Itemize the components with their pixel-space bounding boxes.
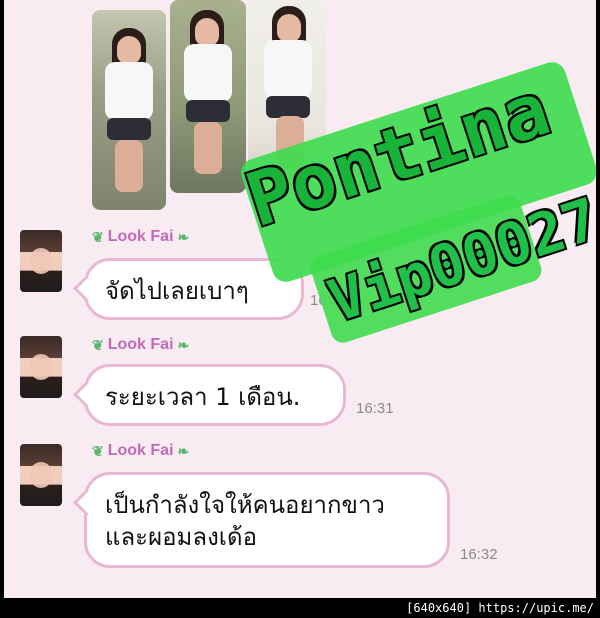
avatar[interactable] <box>20 336 62 398</box>
footer-text: [640x640] https://upic.me/ <box>406 601 594 615</box>
image-thumbnail-1[interactable] <box>92 10 166 210</box>
sender-name: ❦ Look Fai ❧ <box>92 442 189 460</box>
sender-label: Look Fai <box>107 336 174 353</box>
photo-person-legs <box>194 122 222 174</box>
message-text-line: เป็นกำลังใจให้คนอยากขาว <box>105 491 385 519</box>
photo-person-shirt <box>264 40 312 98</box>
message-text: ระยะเวลา 1 เดือน. <box>105 383 301 411</box>
leaf-icon: ❦ <box>92 337 104 353</box>
leaf-icon: ❧ <box>177 229 190 245</box>
message-text-line: และผอมลงเด้อ <box>105 523 257 551</box>
footer-bar: [640x640] https://upic.me/ <box>0 598 600 618</box>
sender-label: Look Fai <box>107 442 174 459</box>
image-thumbnail-2[interactable] <box>170 0 246 193</box>
message-text: จัดไปเลยเบาๆ <box>105 277 249 305</box>
photo-person-face <box>277 14 301 42</box>
photo-person-face <box>195 18 219 46</box>
message-bubble: ระยะเวลา 1 เดือน. <box>84 364 346 426</box>
leaf-icon: ❧ <box>177 337 190 353</box>
avatar[interactable] <box>20 444 62 506</box>
message-time: 16:32 <box>460 546 498 563</box>
message-time: 16:31 <box>356 400 394 417</box>
leaf-icon: ❧ <box>177 443 190 459</box>
sender-name: ❦ Look Fai ❧ <box>92 336 189 354</box>
avatar[interactable] <box>20 230 62 292</box>
photo-person-shorts <box>107 118 151 140</box>
message-bubble: เป็นกำลังใจให้คนอยากขาว และผอมลงเด้อ <box>84 472 450 568</box>
photo-person-legs <box>115 140 143 192</box>
photo-person-shirt <box>184 44 232 102</box>
sender-label: Look Fai <box>107 228 174 245</box>
photo-person-shorts <box>186 100 230 122</box>
photo-person-shorts <box>266 96 310 118</box>
leaf-icon: ❦ <box>92 443 104 459</box>
photo-person-face <box>117 36 141 64</box>
leaf-icon: ❦ <box>92 229 104 245</box>
sender-name: ❦ Look Fai ❧ <box>92 228 189 246</box>
photo-person-shirt <box>105 62 153 120</box>
chat-screen: ❦ Look Fai ❧ จัดไปเลยเบาๆ 16:31 ❦ Look F… <box>4 0 596 598</box>
